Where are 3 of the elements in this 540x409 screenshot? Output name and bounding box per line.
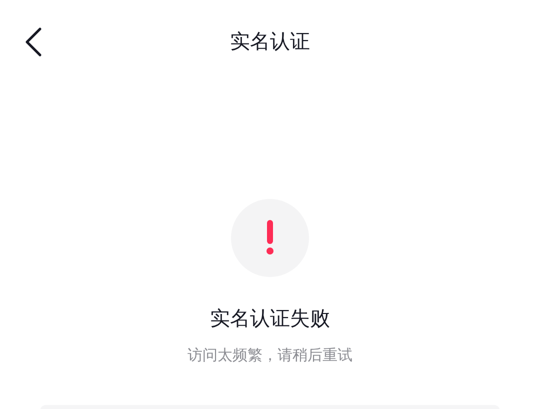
result-title: 实名认证失败 xyxy=(210,305,330,332)
page-title: 实名认证 xyxy=(230,28,310,54)
result-message: 访问太频繁，请稍后重试 xyxy=(188,345,352,366)
